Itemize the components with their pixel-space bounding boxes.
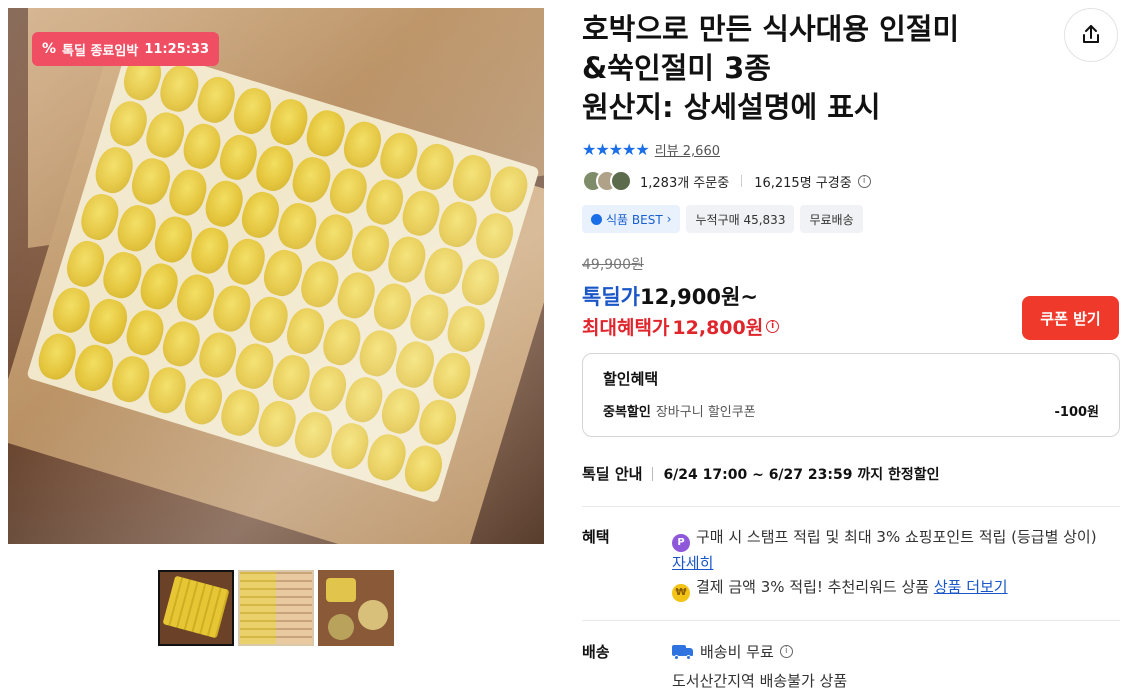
share-icon — [1083, 25, 1099, 43]
discount-line: 중복할인 장바구니 할인쿠폰 -100원 — [603, 401, 1099, 420]
product-title: 호박으로 만든 식사대용 인절미 &쑥인절미 3종 원산지: 상세설명에 표시 — [582, 12, 960, 124]
tag-food-best[interactable]: 식품 BEST › — [582, 205, 681, 233]
discount-header: 할인혜택 — [603, 370, 659, 388]
divider — [652, 466, 654, 481]
deal-period: 6/24 17:00 ~ 6/27 23:59 까지 한정할인 — [663, 466, 940, 483]
deal-info-label: 톡딜 안내 — [582, 465, 643, 483]
benefit-reward-text: 결제 금액 3% 적립! 추천리워드 상품 — [696, 578, 930, 596]
chevron-right-icon: › — [666, 212, 672, 226]
benefit-stamp-text: 구매 시 스탬프 적립 및 최대 3% 쇼핑포인트 적립 (등급별 상이) — [696, 528, 1097, 546]
get-coupon-button[interactable]: 쿠폰 받기 — [1022, 296, 1119, 340]
benefit-reward-line: ₩ 결제 금액 3% 적립! 추천리워드 상품 상품 더보기 — [672, 576, 1008, 602]
buyer-avatars — [582, 170, 632, 192]
thumbnail-3[interactable] — [318, 570, 394, 646]
avatar — [610, 170, 632, 192]
deal-badge-timer: 11:25:33 — [144, 41, 209, 57]
deal-price-row: 톡딜가12,900원~ — [582, 281, 758, 311]
info-icon[interactable]: i — [766, 320, 780, 333]
rating-row: ★★★★★ 리뷰 2,660 — [582, 140, 720, 159]
truck-icon — [672, 644, 694, 660]
benefits-label: 혜택 — [582, 528, 610, 546]
thumbnail-1[interactable] — [158, 570, 234, 646]
thumbnail-2[interactable] — [238, 570, 314, 646]
discount-box: 할인혜택 중복할인 장바구니 할인쿠폰 -100원 — [582, 353, 1120, 437]
rating-stars: ★★★★★ — [582, 140, 650, 159]
main-product-image: % 톡딜 종료임박 11:25:33 — [8, 8, 544, 544]
product-tags: 식품 BEST › 누적구매 45,833 무료배송 — [582, 205, 863, 233]
max-benefit-value: 12,800원 — [672, 317, 764, 339]
review-link[interactable]: 리뷰 2,660 — [655, 140, 720, 159]
won-coin-icon: ₩ — [672, 584, 690, 602]
details-link[interactable]: 자세히 — [672, 554, 713, 572]
discount-type: 중복할인 — [603, 405, 651, 420]
tag-free-shipping: 무료배송 — [800, 205, 863, 233]
discount-amount: -100원 — [1054, 405, 1100, 420]
deal-ending-badge: % 톡딜 종료임박 11:25:33 — [32, 32, 219, 66]
deal-price-label: 톡딜가 — [582, 285, 640, 309]
deal-badge-label: 톡딜 종료임박 — [62, 43, 139, 59]
deal-info-row: 톡딜 안내 6/24 17:00 ~ 6/27 23:59 까지 한정할인 — [582, 463, 940, 484]
social-proof-row: 1,283개 주문중 16,215명 구경중 i — [582, 170, 871, 192]
point-icon: P — [672, 534, 690, 552]
more-products-link[interactable]: 상품 더보기 — [934, 578, 1008, 596]
section-divider — [582, 620, 1120, 621]
tag-cumulative: 누적구매 45,833 — [686, 205, 795, 233]
info-icon[interactable]: i — [779, 645, 793, 658]
shipping-note: 도서산간지역 배송불가 상품 — [672, 672, 848, 690]
plastic-wrap — [8, 8, 544, 544]
benefit-stamp-line: P 구매 시 스탬프 적립 및 최대 3% 쇼핑포인트 적립 (등급별 상이) 자… — [672, 526, 1112, 574]
discount-desc: 장바구니 할인쿠폰 — [655, 405, 756, 420]
divider — [741, 175, 743, 187]
share-button[interactable] — [1064, 8, 1118, 62]
info-icon[interactable]: i — [857, 174, 871, 188]
thumbnail-strip — [158, 570, 394, 646]
section-divider — [582, 506, 1120, 507]
original-price: 49,900원 — [582, 257, 644, 273]
max-benefit-row: 최대혜택가 12,800원 i — [582, 313, 780, 340]
shipping-label: 배송 — [582, 643, 610, 661]
shipping-fee-row: 배송비 무료 i — [672, 641, 793, 662]
max-benefit-label: 최대혜택가 — [582, 317, 670, 339]
shipping-fee: 배송비 무료 — [700, 643, 774, 661]
deal-price-value: 12,900원~ — [639, 285, 758, 309]
percent-icon: % — [42, 41, 57, 57]
badge-icon — [591, 213, 602, 225]
orders-count: 1,283개 주문중 — [640, 175, 730, 191]
viewers-count: 16,215명 구경중 — [754, 175, 852, 191]
tag-best-label: 식품 BEST — [606, 212, 663, 227]
